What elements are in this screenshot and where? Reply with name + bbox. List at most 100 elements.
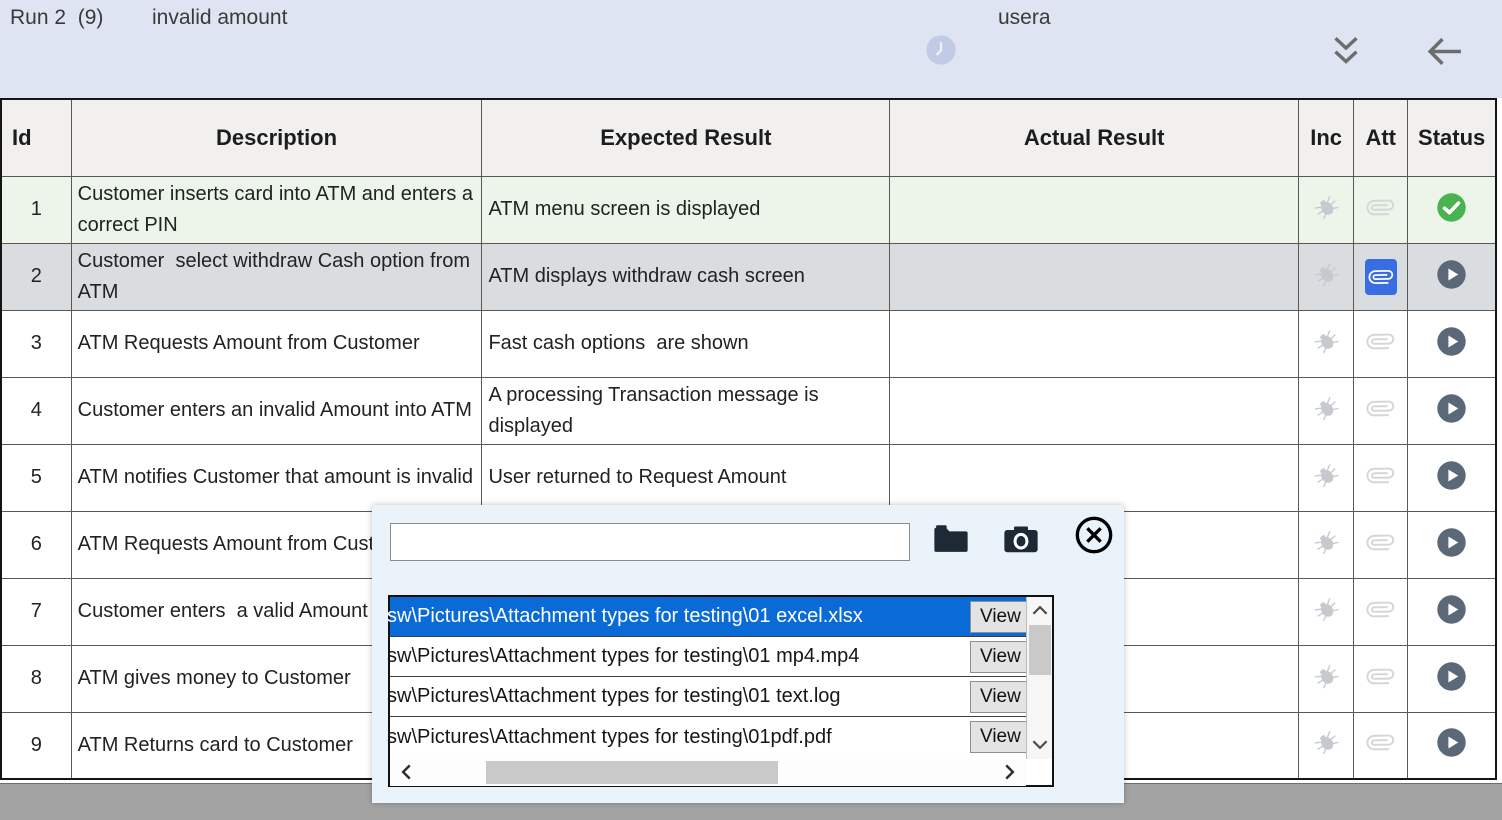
bug-icon[interactable] (1307, 523, 1345, 561)
status-cell[interactable] (1408, 176, 1496, 243)
paperclip-icon[interactable] (1367, 328, 1394, 355)
paperclip-icon[interactable] (1367, 194, 1394, 221)
status-run-icon[interactable] (1436, 527, 1467, 558)
attachment-cell[interactable] (1354, 310, 1408, 377)
vertical-scroll-thumb[interactable] (1029, 625, 1051, 675)
incident-cell[interactable] (1299, 310, 1354, 377)
test-step-row[interactable]: 3ATM Requests Amount from CustomerFast c… (1, 310, 1496, 377)
status-run-icon[interactable] (1436, 393, 1467, 424)
list-vertical-scrollbar[interactable] (1026, 597, 1052, 759)
test-step-row[interactable]: 1Customer inserts card into ATM and ente… (1, 176, 1496, 243)
screenshot-button[interactable] (1000, 519, 1042, 561)
attachment-cell[interactable] (1354, 645, 1408, 712)
test-step-row[interactable]: 4Customer enters an invalid Amount into … (1, 377, 1496, 444)
status-passed-icon[interactable] (1436, 192, 1467, 223)
bug-icon[interactable] (1307, 188, 1345, 226)
view-attachment-button[interactable]: View (970, 601, 1028, 633)
attachment-cell[interactable] (1354, 712, 1408, 779)
status-run-icon[interactable] (1436, 661, 1467, 692)
status-run-icon[interactable] (1436, 727, 1467, 758)
paperclip-icon[interactable] (1367, 462, 1394, 489)
step-id: 3 (1, 310, 71, 377)
app-window: Run 2 (9) invalid amount usera Id Descri… (0, 0, 1502, 820)
incident-cell[interactable] (1299, 712, 1354, 779)
bug-icon[interactable] (1307, 590, 1345, 628)
attachment-list: sw\Pictures\Attachment types for testing… (388, 595, 1054, 787)
paperclip-icon[interactable] (1367, 529, 1394, 556)
status-cell[interactable] (1408, 377, 1496, 444)
incident-cell[interactable] (1299, 511, 1354, 578)
status-run-icon[interactable] (1436, 259, 1467, 290)
status-cell[interactable] (1408, 310, 1496, 377)
attachment-file-row[interactable]: sw\Pictures\Attachment types for testing… (390, 597, 1052, 637)
status-run-icon[interactable] (1436, 460, 1467, 491)
test-step-row[interactable]: 2Customer select withdraw Cash option fr… (1, 243, 1496, 310)
status-cell[interactable] (1408, 578, 1496, 645)
status-cell[interactable] (1408, 444, 1496, 511)
paperclip-icon[interactable] (1367, 663, 1394, 690)
scroll-up-icon[interactable] (1029, 600, 1051, 622)
incident-cell[interactable] (1299, 444, 1354, 511)
step-actual-result (890, 176, 1299, 243)
collapse-all-icon[interactable] (1328, 33, 1364, 67)
step-id: 1 (1, 176, 71, 243)
view-attachment-button[interactable]: View (970, 641, 1028, 673)
attachment-file-row[interactable]: sw\Pictures\Attachment types for testing… (390, 717, 1052, 757)
scroll-left-icon[interactable] (396, 761, 418, 783)
step-id: 4 (1, 377, 71, 444)
status-cell[interactable] (1408, 511, 1496, 578)
bug-icon[interactable] (1307, 657, 1345, 695)
attachment-file-path: sw\Pictures\Attachment types for testing… (386, 685, 970, 708)
paperclip-icon[interactable] (1367, 729, 1394, 756)
bug-icon[interactable] (1307, 456, 1345, 494)
back-arrow-icon[interactable] (1424, 33, 1464, 67)
step-expected-result: User returned to Request Amount (482, 444, 890, 511)
step-id: 6 (1, 511, 71, 578)
incident-cell[interactable] (1299, 377, 1354, 444)
bug-icon[interactable] (1307, 389, 1345, 427)
paperclip-icon[interactable] (1367, 395, 1394, 422)
close-popup-button[interactable] (1074, 515, 1114, 555)
incident-cell[interactable] (1299, 176, 1354, 243)
scroll-down-icon[interactable] (1029, 733, 1051, 755)
status-run-icon[interactable] (1436, 326, 1467, 357)
step-id: 5 (1, 444, 71, 511)
status-cell[interactable] (1408, 645, 1496, 712)
attachment-cell[interactable] (1354, 176, 1408, 243)
clock-icon[interactable] (925, 34, 957, 66)
incident-cell[interactable] (1299, 578, 1354, 645)
incident-cell[interactable] (1299, 645, 1354, 712)
step-description: Customer inserts card into ATM and enter… (71, 176, 482, 243)
status-cell[interactable] (1408, 712, 1496, 779)
scroll-right-icon[interactable] (998, 761, 1020, 783)
attachment-file-row[interactable]: sw\Pictures\Attachment types for testing… (390, 637, 1052, 677)
attachment-cell[interactable] (1354, 444, 1408, 511)
attachment-file-path: sw\Pictures\Attachment types for testing… (386, 726, 970, 749)
paperclip-icon[interactable] (1367, 596, 1394, 623)
attachment-cell[interactable] (1354, 578, 1408, 645)
step-id: 2 (1, 243, 71, 310)
attachment-cell[interactable] (1354, 511, 1408, 578)
bug-icon[interactable] (1307, 255, 1345, 293)
step-id: 9 (1, 712, 71, 779)
horizontal-scroll-thumb[interactable] (486, 761, 778, 784)
step-description: Customer select withdraw Cash option fro… (71, 243, 482, 310)
bug-icon[interactable] (1307, 724, 1345, 762)
attachment-cell[interactable] (1354, 377, 1408, 444)
view-attachment-button[interactable]: View (970, 721, 1028, 753)
status-run-icon[interactable] (1436, 594, 1467, 625)
view-attachment-button[interactable]: View (970, 681, 1028, 713)
attachment-cell[interactable] (1354, 243, 1408, 310)
header-actual: Actual Result (890, 99, 1299, 176)
attachment-file-path: sw\Pictures\Attachment types for testing… (386, 645, 970, 668)
bug-icon[interactable] (1307, 322, 1345, 360)
incident-cell[interactable] (1299, 243, 1354, 310)
attachment-file-row[interactable]: sw\Pictures\Attachment types for testing… (390, 677, 1052, 717)
test-step-row[interactable]: 5ATM notifies Customer that amount is in… (1, 444, 1496, 511)
list-horizontal-scrollbar[interactable] (390, 759, 1026, 786)
folder-icon (930, 549, 972, 564)
paperclip-highlighted-icon[interactable] (1365, 259, 1397, 295)
attachment-input[interactable] (390, 523, 910, 561)
status-cell[interactable] (1408, 243, 1496, 310)
browse-folder-button[interactable] (930, 519, 972, 561)
